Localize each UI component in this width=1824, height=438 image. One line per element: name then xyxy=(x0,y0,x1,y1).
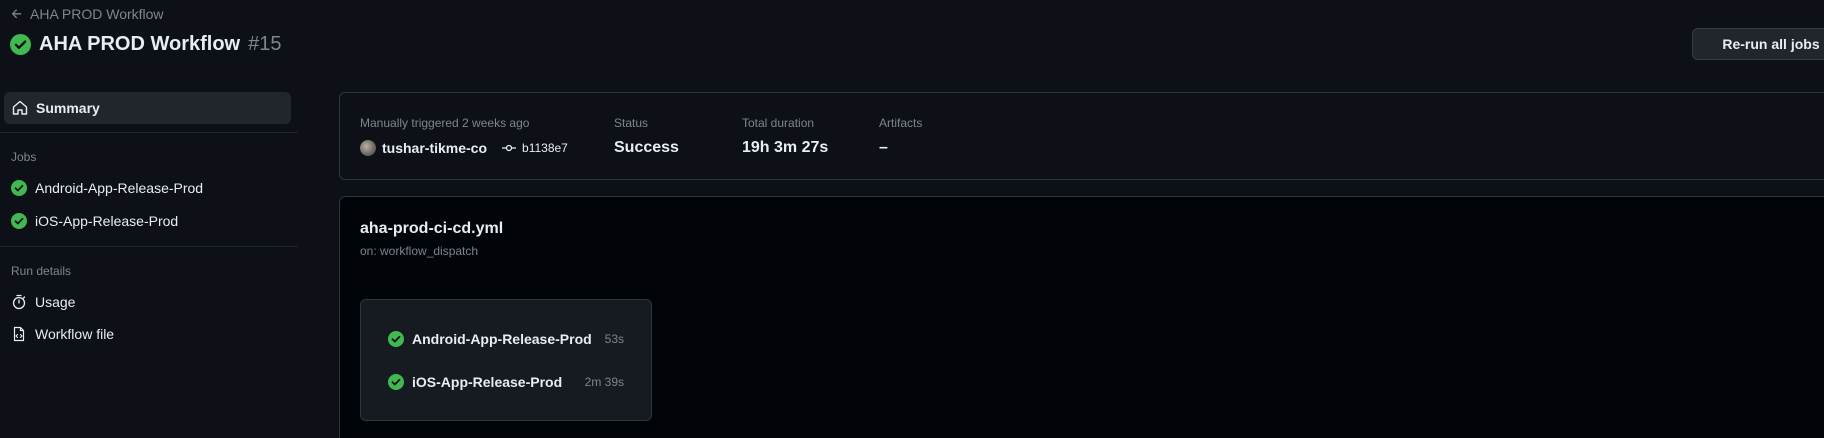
commit-sha: b1138e7 xyxy=(522,141,568,155)
status-label: Status xyxy=(614,116,649,130)
job-duration: 53s xyxy=(604,332,624,346)
artifacts-value: – xyxy=(879,139,888,156)
stopwatch-icon xyxy=(12,294,26,310)
graph-job-ios[interactable]: iOS-App-Release-Prod 2m 39s xyxy=(388,374,624,390)
jobs-heading: Jobs xyxy=(11,150,37,164)
sidebar-item-label: Workflow file xyxy=(35,326,115,342)
run-summary-card xyxy=(339,92,1824,180)
sidebar-item-workflow-file[interactable]: Workflow file xyxy=(11,326,114,342)
back-link-label: AHA PROD Workflow xyxy=(30,6,164,22)
job-name: iOS-App-Release-Prod xyxy=(412,374,563,390)
success-check-icon xyxy=(11,213,27,229)
status-value: Success xyxy=(614,139,679,156)
run-number: #15 xyxy=(248,33,282,55)
success-check-icon xyxy=(388,374,404,390)
sidebar-item-summary[interactable]: Summary xyxy=(4,92,291,124)
job-duration: 2m 39s xyxy=(584,375,624,389)
workflow-file-name: aha-prod-ci-cd.yml xyxy=(360,220,504,237)
actor-link[interactable]: tushar-tikme-co xyxy=(382,140,487,156)
workflow-trigger: on: workflow_dispatch xyxy=(360,244,479,258)
commit-link[interactable]: b1138e7 xyxy=(501,140,568,156)
run-details-heading: Run details xyxy=(11,264,72,278)
duration-value: 19h 3m 27s xyxy=(742,139,829,156)
duration-label: Total duration xyxy=(742,116,815,130)
sidebar-item-job[interactable]: iOS-App-Release-Prod xyxy=(11,213,178,229)
trigger-text: Manually triggered 2 weeks ago xyxy=(360,116,530,130)
sidebar-divider xyxy=(0,132,298,133)
success-check-icon xyxy=(388,331,404,347)
page-title-row: AHA PROD Workflow #15 xyxy=(10,33,282,56)
sidebar-item-label: Android-App-Release-Prod xyxy=(35,180,204,196)
sidebar-item-label: Summary xyxy=(36,100,100,116)
graph-job-android[interactable]: Android-App-Release-Prod 53s xyxy=(388,331,624,347)
page-title: AHA PROD Workflow xyxy=(39,33,241,55)
file-code-icon xyxy=(13,326,25,342)
artifacts-label: Artifacts xyxy=(879,116,923,130)
sidebar-item-label: iOS-App-Release-Prod xyxy=(35,213,179,229)
arrow-left-icon xyxy=(11,9,22,19)
actor-row: tushar-tikme-co b1138e7 xyxy=(360,140,568,156)
success-check-icon xyxy=(10,34,31,55)
success-check-icon xyxy=(11,180,27,196)
back-link[interactable]: AHA PROD Workflow xyxy=(10,6,164,22)
sidebar-divider xyxy=(0,246,298,247)
git-commit-icon xyxy=(502,144,517,152)
home-icon xyxy=(12,100,28,115)
sidebar-item-label: Usage xyxy=(35,294,76,310)
sidebar-item-job[interactable]: Android-App-Release-Prod xyxy=(11,180,203,196)
sidebar-item-usage[interactable]: Usage xyxy=(11,294,75,310)
avatar xyxy=(360,140,376,156)
rerun-all-jobs-button[interactable]: Re-run all jobs xyxy=(1692,28,1824,60)
workflow-jobs-box xyxy=(360,299,652,421)
job-name: Android-App-Release-Prod xyxy=(412,331,592,347)
